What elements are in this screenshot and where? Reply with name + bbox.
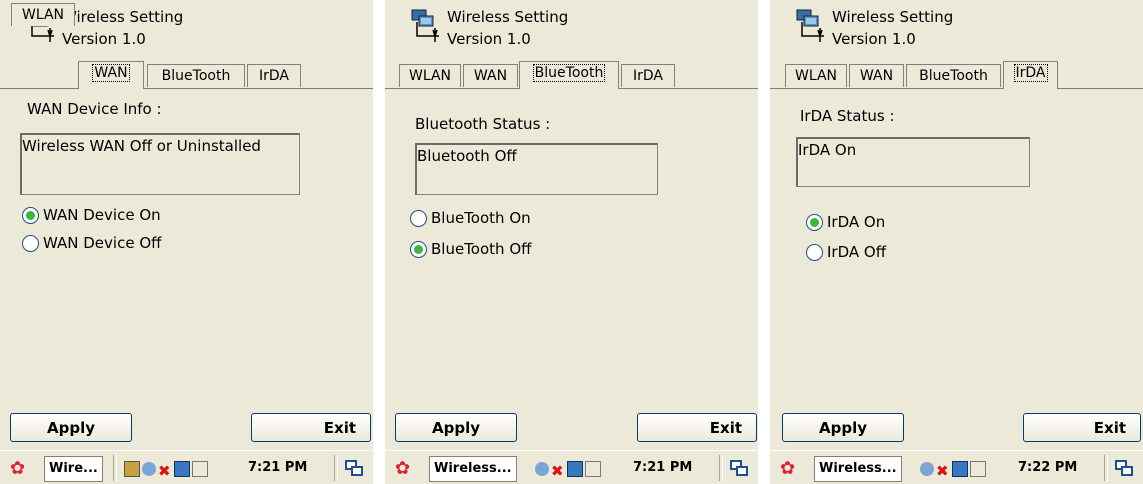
tab-wlan[interactable]: WLAN [11,3,75,26]
status-value: Bluetooth Off [417,147,517,165]
status-field: IrDA On [796,137,1030,187]
radio-checked-icon[interactable] [806,214,823,231]
disconnected-x-icon[interactable]: ✖ [158,462,172,480]
network-tray-icon[interactable] [920,462,934,476]
system-tray: ✖ [124,461,210,480]
windows-start-icon[interactable]: ✿ [780,458,795,479]
tab-irda[interactable]: IrDA [621,64,675,87]
network-computer-icon [796,9,824,42]
radio-bluetooth-off[interactable]: BlueTooth Off [410,240,531,258]
tab-irda[interactable]: IrDA [247,64,301,87]
keyboard-icon[interactable] [174,461,190,477]
radio-unchecked-icon[interactable] [806,244,823,261]
taskbar-window-button[interactable]: Wire... [44,456,103,482]
info-label: Bluetooth Status : [415,115,551,133]
taskbar: ✿ Wire... ✖ 7:21 PM [0,450,373,484]
system-tray: ✖ [535,461,603,480]
app-title: Wireless Setting [447,8,569,26]
tab-bluetooth[interactable]: BlueTooth [906,64,1001,87]
tab-bluetooth[interactable]: BlueTooth [519,61,619,89]
app-version: Version 1.0 [447,30,531,48]
network-computer-icon [411,9,439,42]
tab-wan[interactable]: WAN [78,61,144,89]
taskbar-separator [113,455,117,481]
tab-wlan[interactable]: WLAN [399,64,461,87]
windows-start-icon[interactable]: ✿ [395,458,410,479]
radio-label: IrDA On [827,213,886,231]
app-title: Wireless Setting [832,8,954,26]
taskbar-window-button[interactable]: Wireless... [429,456,517,482]
network-tray-icon[interactable] [142,462,156,476]
tab-wan[interactable]: WAN [463,64,518,87]
clock: 7:22 PM [1018,460,1078,475]
tab-wlan[interactable]: WLAN [785,64,847,87]
taskbar: ✿ Wireless... ✖ 7:21 PM [385,450,758,484]
radio-checked-icon[interactable] [410,241,427,258]
app-title: Wireless Setting [62,8,184,26]
input-panel-icon[interactable] [970,461,986,477]
clock: 7:21 PM [633,460,693,475]
switch-window-icon[interactable] [730,459,748,477]
system-tray: ✖ [920,461,988,480]
switch-window-icon[interactable] [345,459,363,477]
tab-irda[interactable]: IrDA [1003,61,1058,89]
keyboard-icon[interactable] [567,461,583,477]
radio-wan-on[interactable]: WAN Device On [22,206,161,224]
apply-button[interactable]: Apply [782,413,904,442]
taskbar: ✿ Wireless... ✖ 7:22 PM [770,450,1143,484]
apply-button[interactable]: Apply [10,413,132,442]
taskbar-separator [334,455,338,481]
screen-irda: Wireless Setting Version 1.0 WLAN WAN Bl… [770,0,1143,484]
exit-button[interactable]: Exit [251,413,371,442]
clock: 7:21 PM [248,460,308,475]
radio-checked-icon[interactable] [22,207,39,224]
exit-button[interactable]: Exit [637,413,757,442]
disconnected-x-icon[interactable]: ✖ [936,462,950,480]
disconnected-x-icon[interactable]: ✖ [551,462,565,480]
input-panel-icon[interactable] [585,461,601,477]
radio-wan-off[interactable]: WAN Device Off [22,234,161,252]
battery-icon[interactable] [124,461,140,477]
radio-label: WAN Device On [43,206,161,224]
app-version: Version 1.0 [832,30,916,48]
app-version: Version 1.0 [62,30,146,48]
info-label: IrDA Status : [800,107,895,125]
radio-irda-on[interactable]: IrDA On [806,213,885,231]
status-value: IrDA On [798,141,857,159]
windows-start-icon[interactable]: ✿ [10,458,25,479]
apply-button[interactable]: Apply [395,413,517,442]
tab-wan[interactable]: WAN [849,64,904,87]
status-value: Wireless WAN Off or Uninstalled [22,137,261,155]
radio-bluetooth-on[interactable]: BlueTooth On [410,209,531,227]
keyboard-icon[interactable] [952,461,968,477]
taskbar-separator [719,455,723,481]
screen-bluetooth: Wireless Setting Version 1.0 WLAN WAN Bl… [385,0,758,484]
status-field: Wireless WAN Off or Uninstalled [20,133,300,195]
radio-irda-off[interactable]: IrDA Off [806,243,886,261]
tab-divider [0,88,373,89]
tab-bluetooth[interactable]: BlueTooth [147,64,245,87]
radio-label: WAN Device Off [43,234,162,252]
input-panel-icon[interactable] [192,461,208,477]
radio-label: BlueTooth On [431,209,531,227]
screen-wan: Wireless Setting Version 1.0 WLAN WAN Bl… [0,0,373,484]
radio-label: BlueTooth Off [431,240,532,258]
radio-unchecked-icon[interactable] [410,210,427,227]
status-field: Bluetooth Off [415,143,658,195]
exit-button[interactable]: Exit [1023,413,1141,442]
radio-label: IrDA Off [827,243,887,261]
network-tray-icon[interactable] [535,462,549,476]
radio-unchecked-icon[interactable] [22,235,39,252]
tab-divider [770,88,1143,89]
taskbar-separator [1104,455,1108,481]
switch-window-icon[interactable] [1115,459,1133,477]
info-label: WAN Device Info : [27,100,162,118]
taskbar-window-button[interactable]: Wireless... [814,456,902,482]
